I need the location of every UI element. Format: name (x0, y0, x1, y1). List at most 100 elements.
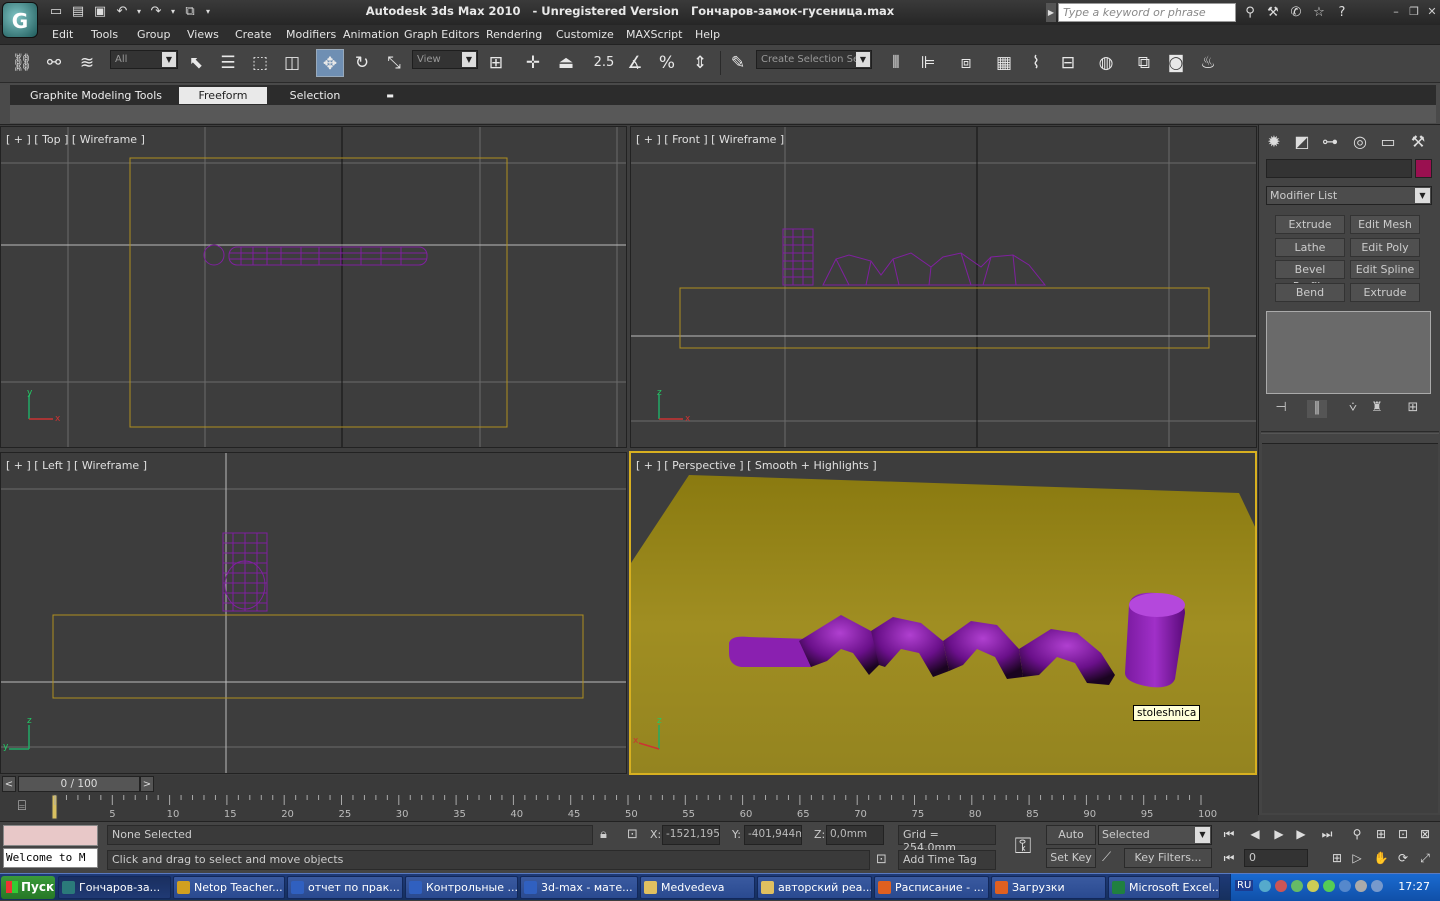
tab-selection[interactable]: Selection (276, 87, 354, 104)
y-coord-field[interactable]: -401,944m (744, 825, 802, 845)
taskbar-item[interactable]: 3d-max - мате... (520, 876, 638, 899)
zoom-all-icon[interactable]: ⊞ (1370, 825, 1392, 843)
display-settings-icon[interactable] (1355, 880, 1367, 892)
time-configuration-icon[interactable]: ⊞ (1326, 849, 1348, 867)
graphite-toggle-icon[interactable]: ▦ (990, 49, 1018, 77)
z-coord-field[interactable]: 0,0mm (826, 825, 884, 845)
taskbar-item[interactable]: Загрузки (991, 876, 1106, 899)
select-by-name-icon[interactable]: ☰ (214, 49, 242, 77)
add-time-tag-button[interactable]: Add Time Tag (898, 850, 996, 870)
tab-freeform[interactable]: Freeform (179, 87, 267, 104)
app-logo-icon[interactable]: G (2, 2, 38, 38)
auto-key-button[interactable]: Auto Key (1046, 825, 1096, 859)
select-and-rotate-icon[interactable]: ↻ (348, 49, 376, 77)
field-of-view-icon[interactable]: ▷ (1346, 849, 1368, 867)
absolute-mode-transform-icon[interactable]: ⊡ (627, 827, 638, 842)
taskbar-item[interactable]: Microsoft Excel... (1108, 876, 1220, 899)
taskbar-item[interactable]: Medvedeva (640, 876, 755, 899)
viewport-left-label[interactable]: [ + ] [ Left ] [ Wireframe ] (6, 459, 147, 472)
new-file-icon[interactable]: ▭ (46, 3, 66, 21)
set-key-button[interactable]: Set Key (1046, 848, 1096, 868)
bind-space-warp-icon[interactable]: ≋ (73, 49, 101, 77)
zoom-extents-icon[interactable]: ⊡ (1392, 825, 1414, 843)
clock[interactable]: 17:27 (1398, 880, 1430, 893)
next-frame-icon[interactable]: ▶︎ (1290, 825, 1312, 843)
communication-icon[interactable]: ✆ (1286, 3, 1306, 22)
maxscript-listener-field[interactable] (3, 825, 98, 846)
taskbar-item[interactable]: Гончаров-за... (58, 876, 171, 899)
lathe-button[interactable]: Lathe (1275, 238, 1345, 257)
pan-view-icon[interactable]: ✋ (1370, 849, 1392, 867)
x-coord-field[interactable]: -1521,195 (662, 825, 720, 845)
bluetooth-icon[interactable] (1339, 880, 1351, 892)
schematic-view-icon[interactable]: ⊟ (1054, 49, 1082, 77)
menu-maxscript[interactable]: MAXScript (626, 28, 682, 41)
menu-rendering[interactable]: Rendering (486, 28, 542, 41)
menu-graph-editors[interactable]: Graph Editors (404, 28, 480, 41)
angle-snap-icon[interactable]: ∡ (621, 49, 649, 77)
bend-button[interactable]: Bend (1275, 283, 1345, 302)
material-editor-icon[interactable]: ◍ (1092, 49, 1120, 77)
named-selection-dropdown[interactable]: Create Selection Se ▼ (756, 50, 872, 69)
curve-editor-icon[interactable]: ⌇ (1022, 49, 1050, 77)
prev-frame-arrow-icon[interactable]: < (2, 776, 16, 792)
previous-frame-icon[interactable]: ◀︎ (1244, 825, 1266, 843)
render-setup-icon[interactable]: ⧉ (1130, 49, 1158, 77)
menu-group[interactable]: Group (137, 28, 171, 41)
viewport-front[interactable]: [ + ] [ Front ] [ Wireframe ] z x (630, 126, 1257, 448)
messenger-icon[interactable] (1323, 880, 1335, 892)
network-icon[interactable] (1259, 880, 1271, 892)
window-crossing-icon[interactable]: ◫ (278, 49, 306, 77)
key-selection-dropdown[interactable]: Selected ▼ (1098, 825, 1212, 845)
taskbar-item[interactable]: отчет по прак... (287, 876, 403, 899)
restore-icon[interactable]: ❐ (1406, 3, 1422, 20)
favorites-star-icon[interactable]: ☆ (1309, 3, 1329, 22)
align-icon[interactable]: ⊫ (914, 49, 942, 77)
time-slider-thumb[interactable]: 0 / 100 (18, 776, 140, 792)
rendered-frame-window-icon[interactable]: ◙ (1162, 49, 1190, 77)
menu-modifiers[interactable]: Modifiers (286, 28, 336, 41)
ribbon-minimize-icon[interactable]: ▬ (380, 87, 400, 104)
project-folder-icon[interactable]: ⧉ (180, 3, 200, 21)
selection-filter-dropdown[interactable]: All ▼ (110, 50, 178, 69)
select-and-manipulate-icon[interactable]: ✛ (519, 49, 547, 77)
menu-customize[interactable]: Customize (556, 28, 614, 41)
remove-modifier-icon[interactable]: ♜ (1367, 400, 1387, 418)
track-bar[interactable]: ⌸ 5 10 15 20 25 30 35 40 45 50 55 60 65 70 75 80 85 90 95 1… (0, 793, 1258, 821)
maxscript-mini-listener[interactable]: Welcome to M (3, 848, 98, 868)
go-to-end-icon[interactable]: ⏭ (1316, 825, 1338, 843)
menu-animation[interactable]: Animation (343, 28, 399, 41)
object-color-swatch[interactable] (1415, 159, 1432, 178)
utilities-tab-icon[interactable]: ⚒ (1405, 129, 1431, 155)
edit-spline-button[interactable]: Edit Spline (1350, 260, 1420, 279)
set-key-key-icon[interactable]: ⚿ (1004, 830, 1042, 864)
select-and-move-icon[interactable]: ✥ (316, 49, 344, 77)
menu-tools[interactable]: Tools (91, 28, 118, 41)
go-to-start-icon[interactable]: ⏮ (1218, 825, 1240, 843)
orbit-icon[interactable]: ⟳ (1392, 849, 1414, 867)
undo-dropdown-icon[interactable]: ▾ (134, 3, 144, 21)
volume-icon[interactable] (1307, 880, 1319, 892)
rectangular-selection-icon[interactable]: ⬚ (246, 49, 274, 77)
object-name-field[interactable] (1266, 159, 1412, 178)
unlink-icon[interactable]: ⚯ (40, 49, 68, 77)
reference-coordinate-dropdown[interactable]: View ▼ (412, 50, 478, 69)
snap-toggle-icon[interactable]: 2.5 (590, 49, 618, 77)
hierarchy-tab-icon[interactable]: ⊶ (1317, 129, 1343, 155)
redo-icon[interactable]: ↷ (146, 3, 166, 21)
search-input[interactable]: Type a keyword or phrase (1058, 3, 1236, 22)
pivot-center-icon[interactable]: ⊞ (482, 49, 510, 77)
taskbar-item[interactable]: Netop Teacher... (173, 876, 285, 899)
taskbar-item[interactable]: авторский реа... (757, 876, 872, 899)
antivirus-icon[interactable] (1275, 880, 1287, 892)
selection-lock-icon[interactable]: 🔒︎ (600, 827, 607, 842)
maximize-viewport-icon[interactable]: ⤢ (1414, 849, 1436, 867)
extrude-button-2[interactable]: Extrude (1350, 283, 1420, 302)
modifier-stack[interactable] (1266, 311, 1431, 394)
time-tag-icon[interactable]: ⊡ (876, 852, 887, 867)
search-expand-icon[interactable]: ▶ (1046, 3, 1056, 22)
show-end-result-icon[interactable]: ‖ (1307, 400, 1327, 418)
save-file-icon[interactable]: ▣ (90, 3, 110, 21)
tab-graphite-modeling-tools[interactable]: Graphite Modeling Tools (22, 87, 170, 104)
close-icon[interactable]: ✕ (1424, 3, 1440, 20)
